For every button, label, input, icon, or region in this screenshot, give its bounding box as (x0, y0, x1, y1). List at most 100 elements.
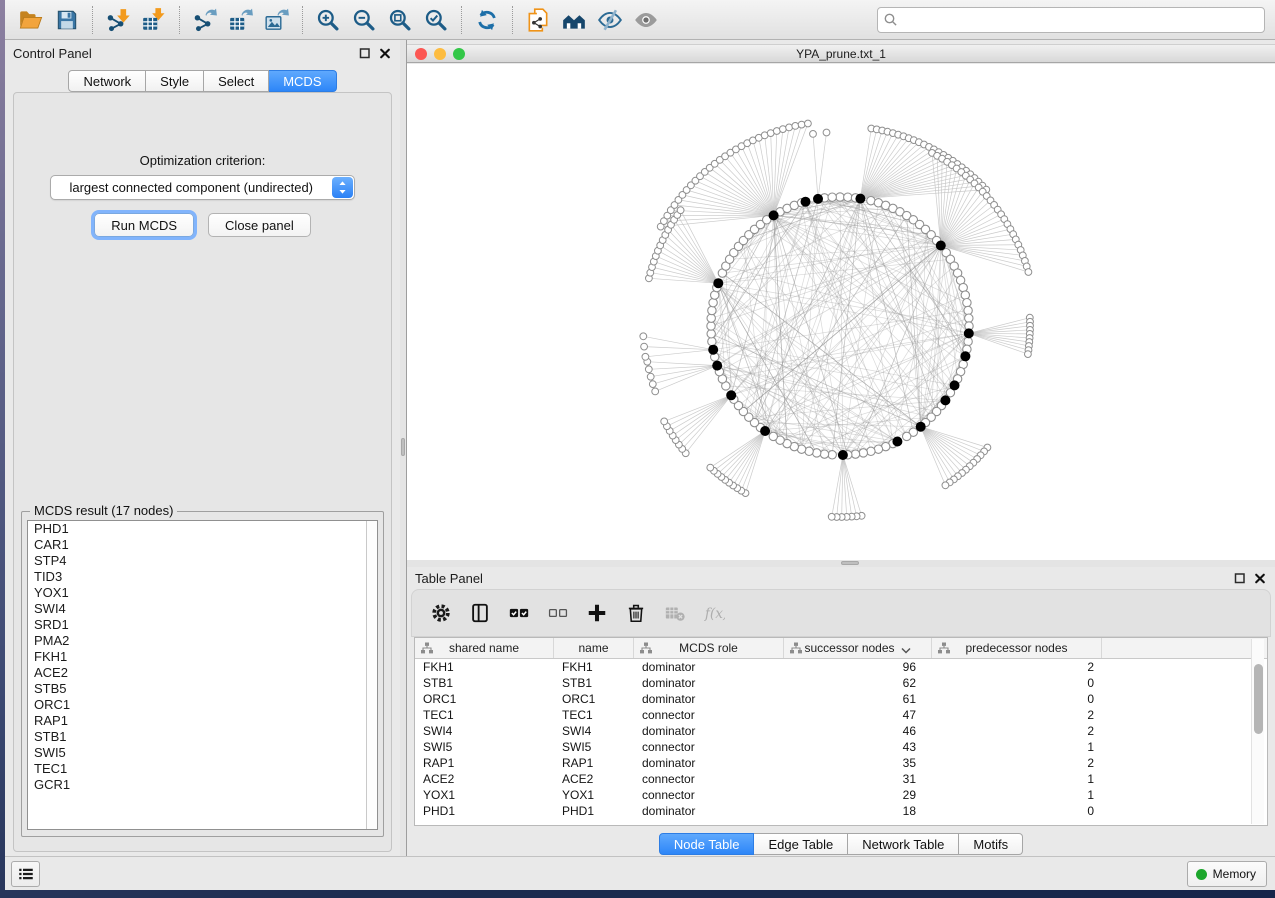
table-row[interactable]: SWI4SWI4dominator462 (415, 723, 1267, 739)
new-network-from-selection-button[interactable] (520, 4, 556, 36)
table-row[interactable]: RAP1RAP1dominator352 (415, 755, 1267, 771)
mcds-result-item[interactable]: ORC1 (28, 697, 377, 713)
column-header-shared-name[interactable]: shared name (415, 638, 554, 658)
tab-style[interactable]: Style (146, 70, 204, 92)
close-panel-button[interactable]: Close panel (208, 213, 311, 237)
close-table-panel-icon[interactable] (1253, 571, 1267, 585)
table-row[interactable]: TEC1TEC1connector472 (415, 707, 1267, 723)
table-scrollbar[interactable] (1251, 639, 1264, 824)
tab-network-table[interactable]: Network Table (848, 833, 959, 855)
export-table-button[interactable] (223, 4, 259, 36)
mcds-result-item[interactable]: GCR1 (28, 777, 377, 793)
mcds-result-item[interactable]: SWI4 (28, 601, 377, 617)
zoom-selected-button[interactable] (418, 4, 454, 36)
vertical-splitter-grip[interactable] (401, 438, 405, 456)
panel-menu-button[interactable] (11, 861, 40, 887)
column-label: shared name (449, 641, 519, 655)
mcds-result-item[interactable]: ACE2 (28, 665, 377, 681)
mcds-result-item[interactable]: FKH1 (28, 649, 377, 665)
close-panel-icon[interactable] (378, 46, 392, 60)
column-header-MCDS-role[interactable]: MCDS role (634, 638, 784, 658)
table-row[interactable]: YOX1YOX1connector291 (415, 787, 1267, 803)
select-all-columns-button[interactable] (504, 598, 534, 628)
open-file-button[interactable] (13, 4, 49, 36)
mcds-result-item[interactable]: STB1 (28, 729, 377, 745)
mcds-result-item[interactable]: SRD1 (28, 617, 377, 633)
network-graph[interactable] (407, 64, 1275, 567)
zoom-in-button[interactable] (310, 4, 346, 36)
mcds-result-item[interactable]: SWI5 (28, 745, 377, 761)
tab-node-table[interactable]: Node Table (659, 833, 755, 855)
mcds-result-item[interactable]: TID3 (28, 569, 377, 585)
table-panel: Table Panel f(x) shared namenameMCDS rol… (407, 567, 1275, 856)
export-network-button[interactable] (187, 4, 223, 36)
table-row[interactable]: PHD1PHD1dominator180 (415, 803, 1267, 819)
float-panel-icon[interactable] (358, 46, 372, 60)
mcds-result-item[interactable]: PMA2 (28, 633, 377, 649)
show-all-button (628, 4, 664, 36)
cell-predecessor-nodes: 2 (932, 724, 1102, 738)
memory-button[interactable]: Memory (1187, 861, 1267, 887)
network-titlebar[interactable]: YPA_prune.txt_1 (407, 44, 1275, 63)
horizontal-splitter-grip[interactable] (841, 561, 859, 565)
hide-selected-button[interactable] (592, 4, 628, 36)
save-session-button[interactable] (49, 4, 85, 36)
mcds-result-item[interactable]: YOX1 (28, 585, 377, 601)
table-row[interactable]: STB1STB1dominator620 (415, 675, 1267, 691)
run-mcds-button[interactable]: Run MCDS (94, 213, 194, 237)
zoom-fit-icon (387, 7, 413, 33)
column-header-predecessor-nodes[interactable]: predecessor nodes (932, 638, 1102, 658)
mcds-result-item[interactable]: PHD1 (28, 521, 377, 537)
show-column-panel-button[interactable] (465, 598, 495, 628)
float-table-panel-icon[interactable] (1233, 571, 1247, 585)
first-neighbors-button[interactable] (556, 4, 592, 36)
mcds-result-list[interactable]: PHD1CAR1STP4TID3YOX1SWI4SRD1PMA2FKH1ACE2… (27, 520, 378, 830)
vertical-splitter[interactable] (400, 40, 407, 856)
delete-column-button[interactable] (621, 598, 651, 628)
mcds-result-item[interactable]: STP4 (28, 553, 377, 569)
table-row[interactable]: SWI5SWI5connector431 (415, 739, 1267, 755)
network-canvas[interactable] (407, 64, 1275, 567)
zoom-out-button[interactable] (346, 4, 382, 36)
add-column-button[interactable] (582, 598, 612, 628)
table-panel-tabs: Node Table Edge Table Network TableMotifs (407, 833, 1275, 855)
column-header-successor-nodes[interactable]: successor nodes (784, 638, 932, 658)
table-row[interactable]: FKH1FKH1dominator962 (415, 659, 1267, 675)
export-image-button[interactable] (259, 4, 295, 36)
deselect-all-columns-button[interactable] (543, 598, 573, 628)
table-scrollbar-thumb[interactable] (1254, 664, 1263, 734)
import-network-button[interactable] (100, 4, 136, 36)
tab-motifs[interactable]: Motifs (959, 833, 1023, 855)
criterion-dropdown[interactable]: largest connected component (undirected) (50, 175, 355, 200)
cell-predecessor-nodes: 0 (932, 676, 1102, 690)
select-all-columns-icon (508, 602, 530, 624)
table-row[interactable]: ACE2ACE2connector311 (415, 771, 1267, 787)
cell-name: STB1 (554, 676, 634, 690)
tab-mcds[interactable]: MCDS (269, 70, 336, 92)
cell-name: RAP1 (554, 756, 634, 770)
refresh-view-button[interactable] (469, 4, 505, 36)
tab-label: Edge Table (768, 837, 833, 852)
search-box[interactable] (877, 7, 1265, 33)
new-network-from-selection-icon (525, 7, 551, 33)
tab-select[interactable]: Select (204, 70, 269, 92)
mcds-result-item[interactable]: TEC1 (28, 761, 377, 777)
table-row[interactable]: ORC1ORC1dominator610 (415, 691, 1267, 707)
table-options-button[interactable] (426, 598, 456, 628)
cell-shared-name: TEC1 (415, 708, 554, 722)
zoom-fit-button[interactable] (382, 4, 418, 36)
cell-successor-nodes: 43 (784, 740, 932, 754)
column-header-name[interactable]: name (554, 638, 634, 658)
cell-successor-nodes: 46 (784, 724, 932, 738)
horizontal-splitter[interactable] (407, 560, 1275, 567)
search-input[interactable] (899, 13, 1259, 27)
import-table-button[interactable] (136, 4, 172, 36)
cell-predecessor-nodes: 1 (932, 772, 1102, 786)
mcds-result-item[interactable]: CAR1 (28, 537, 377, 553)
mcds-result-item[interactable]: STB5 (28, 681, 377, 697)
tab-network[interactable]: Network (68, 70, 146, 92)
mcds-list-scrollbar[interactable] (366, 521, 377, 829)
mcds-result-item[interactable]: RAP1 (28, 713, 377, 729)
tab-edge-table[interactable]: Edge Table (754, 833, 848, 855)
cell-shared-name: RAP1 (415, 756, 554, 770)
